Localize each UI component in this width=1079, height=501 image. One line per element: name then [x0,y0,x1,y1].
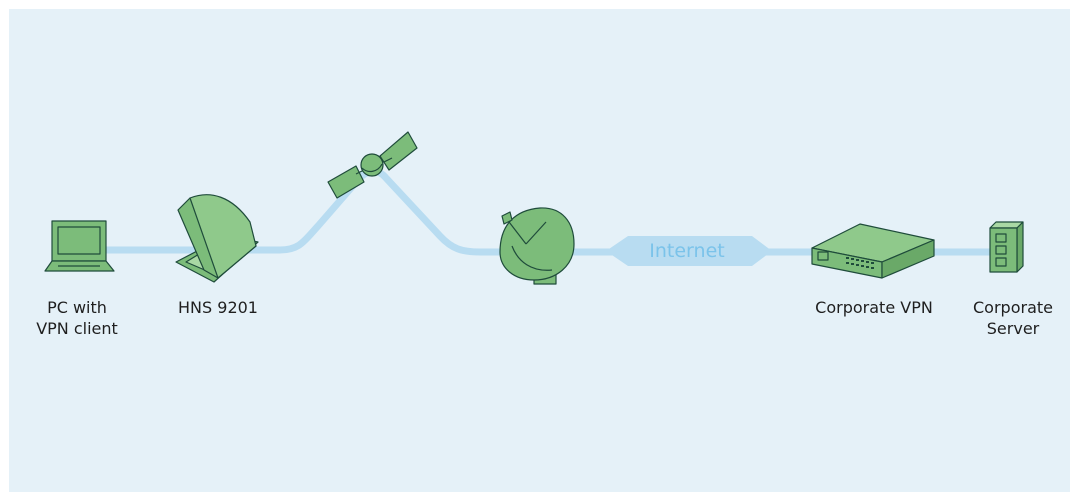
laptop-icon [44,220,115,272]
pc-label-line1: PC with [47,298,107,317]
network-diagram [44,131,1024,285]
vpn-label: Corporate VPN [815,298,933,317]
satellite-dish-icon [499,207,575,285]
server-icon [989,221,1024,273]
server-label-line2: Server [986,319,1040,338]
pc-label: PC with VPN client [22,297,132,339]
server-label-line1: Corporate [973,298,1053,317]
terminal-label: HNS 9201 [178,298,258,317]
server-label: Corporate Server [958,297,1068,339]
network-switch-icon [811,223,935,279]
internet-label: Internet [649,240,725,262]
satellite-icon [327,131,418,199]
pc-label-line2: VPN client [36,319,118,338]
satellite-terminal-icon [175,194,259,283]
